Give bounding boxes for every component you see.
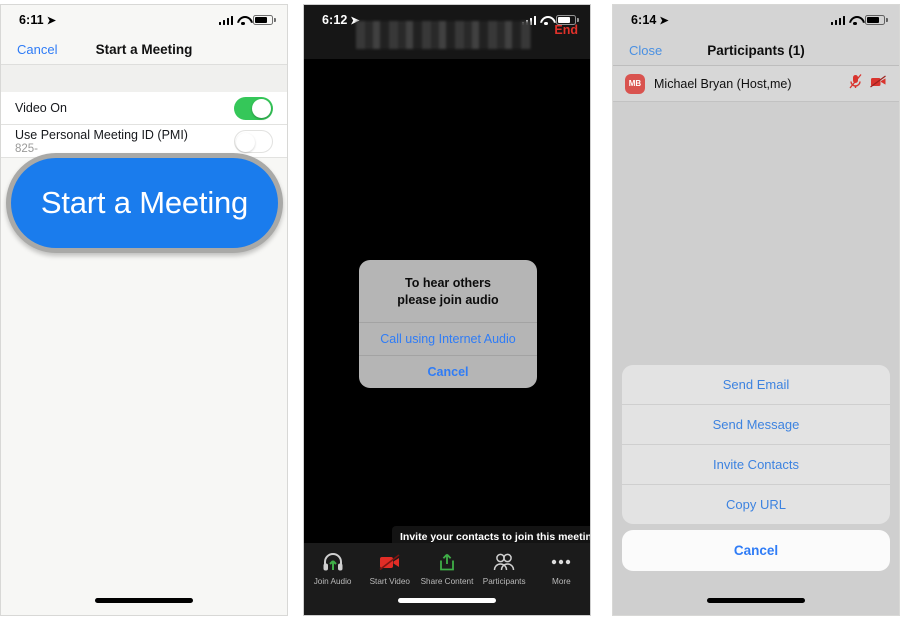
- status-bar-left: 6:11 ➤: [19, 13, 56, 27]
- alert-message-line1: To hear others: [405, 276, 491, 290]
- video-off-icon: [378, 551, 402, 573]
- status-bar: 6:14 ➤: [613, 5, 899, 35]
- status-time: 6:14: [631, 13, 657, 27]
- participant-row[interactable]: MB Michael Bryan (Host,me): [613, 66, 899, 102]
- toolbar-item-start-video[interactable]: Start Video: [362, 551, 418, 586]
- alert-cancel-button[interactable]: Cancel: [359, 354, 537, 388]
- participant-status-icons: [849, 73, 887, 94]
- end-meeting-button[interactable]: End: [554, 23, 578, 37]
- action-copy-url[interactable]: Copy URL: [622, 485, 890, 524]
- toolbar-label: More: [552, 577, 571, 586]
- start-a-meeting-label: Start a Meeting: [40, 185, 249, 220]
- microphone-muted-icon: [849, 73, 862, 94]
- action-send-email[interactable]: Send Email: [622, 365, 890, 405]
- phone-panel-in-meeting: 6:12 ➤ End To hear others please join au…: [303, 4, 591, 616]
- meeting-top-bar: 6:12 ➤ End: [304, 5, 590, 59]
- cellular-signal-icon: [218, 15, 233, 25]
- toolbar-item-more[interactable]: More: [533, 551, 589, 586]
- navigation-bar: Cancel Start a Meeting: [1, 35, 287, 65]
- row-label: Video On: [15, 101, 67, 115]
- home-indicator: [398, 598, 496, 603]
- wifi-icon: [540, 16, 552, 25]
- location-arrow-icon: ➤: [659, 14, 669, 27]
- navigation-bar: Close Participants (1): [613, 35, 899, 66]
- toolbar-label: Participants: [482, 577, 526, 586]
- wifi-icon: [849, 16, 861, 25]
- location-arrow-icon: ➤: [46, 14, 56, 27]
- settings-row-video-on[interactable]: Video On: [1, 92, 287, 125]
- action-sheet-cancel-button[interactable]: Cancel: [622, 530, 890, 571]
- meeting-toolbar: Join Audio Start Video Share Content Par…: [304, 543, 590, 615]
- invite-action-sheet: Send Email Send Message Invite Contacts …: [622, 365, 890, 571]
- status-bar-left: 6:14 ➤: [631, 13, 669, 27]
- action-send-message[interactable]: Send Message: [622, 405, 890, 445]
- pmi-toggle[interactable]: [234, 129, 273, 153]
- status-bar-right: [218, 15, 276, 25]
- redacted-meeting-title: [356, 21, 531, 49]
- close-button[interactable]: Close: [629, 43, 662, 58]
- status-bar-left: 6:12 ➤: [322, 13, 360, 27]
- status-time: 6:11: [19, 13, 44, 27]
- wifi-icon: [237, 16, 249, 25]
- participants-icon: [492, 551, 516, 573]
- alert-message: To hear others please join audio: [359, 260, 537, 322]
- screenshot-stage: 6:11 ➤ Cancel Start a Meeting Video On U…: [0, 0, 900, 620]
- phone-panel-participants: 6:14 ➤ Close Participants (1) MB Michael…: [612, 4, 900, 616]
- toolbar-label: Share Content: [420, 577, 474, 586]
- video-off-icon: [870, 75, 887, 93]
- phone-panel-start-meeting: 6:11 ➤ Cancel Start a Meeting Video On U…: [0, 4, 288, 616]
- start-a-meeting-button[interactable]: Start a Meeting: [6, 153, 283, 253]
- share-upload-icon: [437, 551, 457, 573]
- home-indicator: [95, 598, 193, 603]
- more-dots-icon: [550, 551, 572, 573]
- home-indicator: [707, 598, 805, 603]
- toolbar-item-join-audio[interactable]: Join Audio: [305, 551, 361, 586]
- action-invite-contacts[interactable]: Invite Contacts: [622, 445, 890, 485]
- video-on-toggle[interactable]: [234, 96, 273, 120]
- status-bar: 6:11 ➤: [1, 5, 287, 35]
- action-sheet-options: Send Email Send Message Invite Contacts …: [622, 365, 890, 524]
- toolbar-item-share-content[interactable]: Share Content: [419, 551, 475, 586]
- join-audio-alert: To hear others please join audio Call us…: [359, 260, 537, 388]
- cancel-button[interactable]: Cancel: [17, 42, 57, 57]
- battery-icon: [865, 15, 888, 25]
- call-using-internet-audio-button[interactable]: Call using Internet Audio: [359, 321, 537, 355]
- status-bar-right: [830, 15, 888, 25]
- cellular-signal-icon: [830, 15, 845, 25]
- toolbar-item-participants[interactable]: Participants: [476, 551, 532, 586]
- toolbar-label: Start Video: [369, 577, 410, 586]
- headset-icon: [322, 551, 344, 573]
- avatar: MB: [625, 73, 645, 94]
- section-gap: [1, 65, 287, 92]
- toolbar-label: Join Audio: [313, 577, 352, 586]
- row-label: Use Personal Meeting ID (PMI): [15, 127, 188, 142]
- battery-icon: [253, 15, 276, 25]
- status-time: 6:12: [322, 13, 348, 27]
- participant-name: Michael Bryan (Host,me): [654, 76, 792, 91]
- row-text-stack: Use Personal Meeting ID (PMI) 825-: [15, 128, 188, 155]
- alert-message-line2: please join audio: [397, 292, 499, 307]
